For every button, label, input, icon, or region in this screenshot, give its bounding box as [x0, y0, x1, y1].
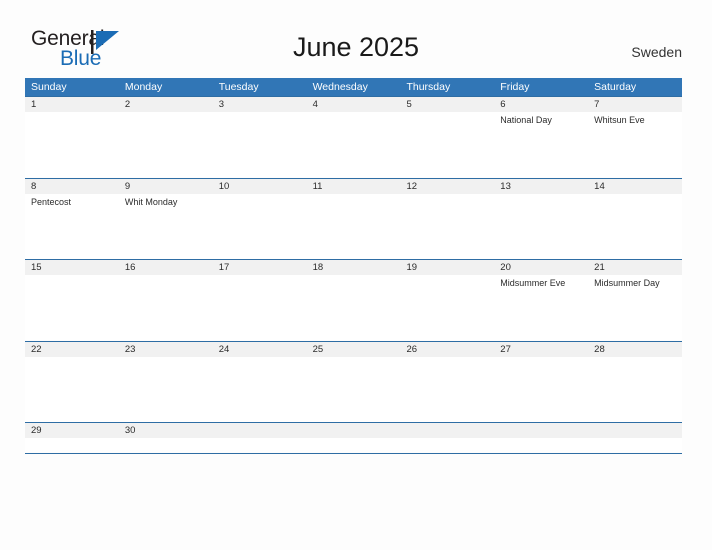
- calendar-week-row: 1 2 3 4 5 6 7 National Day Whitsun Eve: [25, 96, 682, 178]
- day-event: [213, 438, 307, 452]
- day-event: [307, 194, 401, 259]
- day-event: Midsummer Eve: [500, 278, 566, 288]
- day-event-band: National Day Whitsun Eve: [25, 112, 682, 177]
- day-number[interactable]: 17: [213, 260, 307, 275]
- day-number[interactable]: 10: [213, 179, 307, 194]
- day-number-band: 1 2 3 4 5 6 7: [25, 97, 682, 112]
- weekday-saturday: Saturday: [594, 81, 637, 93]
- day-event-band: [25, 438, 682, 452]
- day-number-band: 29 30: [25, 423, 682, 438]
- day-number[interactable]: 14: [588, 179, 682, 194]
- day-event: National Day: [500, 115, 552, 125]
- day-event: [307, 438, 401, 452]
- day-number[interactable]: 25: [307, 342, 401, 357]
- day-number[interactable]: 4: [307, 97, 401, 112]
- day-event: [400, 438, 494, 452]
- day-number: [400, 423, 494, 438]
- day-event: [25, 438, 119, 452]
- day-number[interactable]: 9: [119, 179, 213, 194]
- weekday-monday: Monday: [124, 81, 163, 93]
- day-event: [213, 357, 307, 422]
- day-event: [25, 357, 119, 422]
- calendar-week-row: 8 9 10 11 12 13 14 Pentecost Whit Monday: [25, 177, 682, 260]
- day-number[interactable]: 12: [400, 179, 494, 194]
- day-number-band: 22 23 24 25 26 27 28: [25, 341, 682, 357]
- day-number[interactable]: 3: [213, 97, 307, 112]
- day-event: [494, 194, 588, 259]
- day-number[interactable]: 20: [494, 260, 588, 275]
- day-number[interactable]: 7: [588, 97, 682, 112]
- day-event: [400, 112, 494, 177]
- weekday-header-row: Sunday Monday Tuesday Wednesday Thursday…: [25, 78, 682, 96]
- day-event: Whitsun Eve: [594, 115, 645, 125]
- day-event: [400, 357, 494, 422]
- day-number: [494, 423, 588, 438]
- day-event: [400, 275, 494, 340]
- day-event: [119, 438, 213, 452]
- day-number[interactable]: 8: [25, 179, 119, 194]
- day-event: [213, 194, 307, 259]
- day-event: Midsummer Day: [594, 278, 660, 288]
- day-event: [588, 438, 682, 452]
- day-number: [588, 423, 682, 438]
- day-event: [588, 357, 682, 422]
- day-number[interactable]: 2: [119, 97, 213, 112]
- page-title: June 2025: [292, 32, 420, 62]
- day-number[interactable]: 30: [119, 423, 213, 438]
- day-event: [119, 112, 213, 177]
- calendar-page: General Blue June 2025 Sweden Sunday Mon…: [0, 0, 712, 550]
- day-number[interactable]: 1: [25, 97, 119, 112]
- weekday-tuesday: Tuesday: [218, 81, 259, 93]
- day-event: [119, 357, 213, 422]
- day-event: Pentecost: [31, 196, 72, 207]
- grid-bottom-divider: [25, 453, 682, 454]
- region-label: Sweden: [631, 44, 682, 60]
- day-event: [494, 357, 588, 422]
- day-event: [213, 275, 307, 340]
- day-number[interactable]: 13: [494, 179, 588, 194]
- day-number[interactable]: 18: [307, 260, 401, 275]
- page-header: General Blue June 2025 Sweden: [0, 0, 712, 78]
- day-number[interactable]: 22: [25, 342, 119, 357]
- day-number-band: 8 9 10 11 12 13 14: [25, 178, 682, 194]
- day-event: [307, 112, 401, 177]
- weekday-wednesday: Wednesday: [312, 81, 368, 93]
- day-number[interactable]: 16: [119, 260, 213, 275]
- day-event: [213, 112, 307, 177]
- day-event-band: Pentecost Whit Monday: [25, 193, 682, 259]
- day-number[interactable]: 21: [588, 260, 682, 275]
- day-event: Whit Monday: [124, 196, 178, 207]
- day-number[interactable]: 28: [588, 342, 682, 357]
- day-event: [25, 275, 119, 340]
- calendar-grid: Sunday Monday Tuesday Wednesday Thursday…: [25, 78, 682, 454]
- day-number[interactable]: 26: [400, 342, 494, 357]
- day-event: [25, 112, 119, 177]
- day-number[interactable]: 5: [400, 97, 494, 112]
- day-event: [307, 357, 401, 422]
- calendar-week-row: 29 30: [25, 422, 682, 453]
- day-event: [119, 275, 213, 340]
- day-number[interactable]: 15: [25, 260, 119, 275]
- day-event: [307, 275, 401, 340]
- day-number[interactable]: 29: [25, 423, 119, 438]
- day-event: [400, 194, 494, 259]
- day-number[interactable]: 23: [119, 342, 213, 357]
- day-number[interactable]: 24: [213, 342, 307, 357]
- weekday-sunday: Sunday: [31, 81, 67, 93]
- day-number[interactable]: 6: [494, 97, 588, 112]
- day-number[interactable]: 27: [494, 342, 588, 357]
- day-number-band: 15 16 17 18 19 20 21: [25, 260, 682, 275]
- day-event: [494, 438, 588, 452]
- calendar-week-row: 22 23 24 25 26 27 28: [25, 340, 682, 423]
- day-number: [307, 423, 401, 438]
- weekday-friday: Friday: [500, 81, 530, 93]
- day-event-band: Midsummer Eve Midsummer Day: [25, 275, 682, 340]
- day-event-band: [25, 356, 682, 422]
- day-event: [588, 194, 682, 259]
- calendar-week-row: 15 16 17 18 19 20 21 Midsummer Eve Midsu…: [25, 259, 682, 341]
- day-number[interactable]: 19: [400, 260, 494, 275]
- day-number: [213, 423, 307, 438]
- day-number[interactable]: 11: [307, 179, 401, 194]
- weekday-thursday: Thursday: [406, 81, 451, 93]
